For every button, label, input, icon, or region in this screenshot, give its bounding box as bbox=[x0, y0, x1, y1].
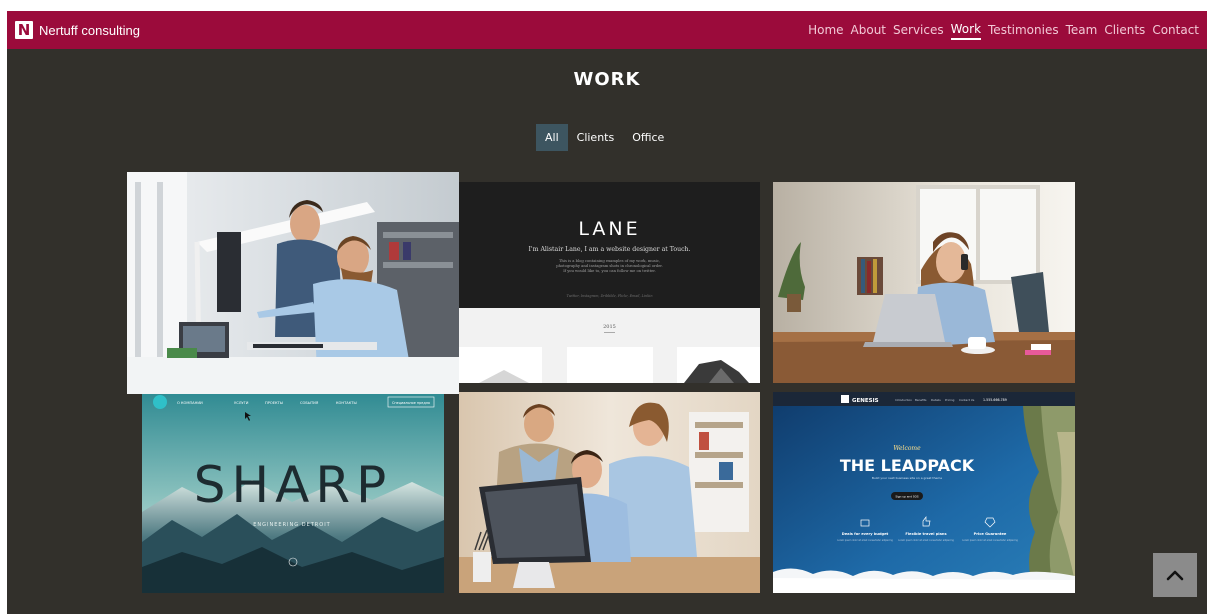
lane-logo: LANE bbox=[578, 218, 640, 240]
nav-clients[interactable]: Clients bbox=[1104, 21, 1145, 39]
portfolio-item-lane[interactable]: LANE I'm Alistair Lane, I am a website d… bbox=[459, 182, 760, 383]
sharp-nav-button: Специальное предло bbox=[392, 401, 430, 405]
genesis-nav-3: Details bbox=[931, 398, 941, 402]
genesis-cta: Sign up and SOS bbox=[895, 495, 919, 499]
scroll-to-top-button[interactable] bbox=[1153, 553, 1197, 597]
lane-line-2: photography and instagram shots in chron… bbox=[556, 264, 663, 268]
sharp-logo: SHARP bbox=[194, 456, 392, 514]
genesis-sub: Build your next business site on a great… bbox=[872, 476, 942, 480]
sharp-tagline: ENGINEERING DETROIT bbox=[253, 522, 330, 528]
nav-about[interactable]: About bbox=[851, 21, 886, 39]
lane-headline: I'm Alistair Lane, I am a website design… bbox=[528, 246, 690, 253]
sharp-nav-5: КОНТАКТЫ bbox=[336, 401, 357, 405]
nav-team[interactable]: Team bbox=[1066, 21, 1098, 39]
genesis-nav-1: Introduction bbox=[895, 398, 912, 402]
portfolio-item-woman-phone[interactable] bbox=[773, 182, 1075, 383]
brand[interactable]: N Nertuff consulting bbox=[15, 18, 140, 42]
genesis-feature-2-text: Lorem ipsum dolor sit amet consectetur a… bbox=[898, 539, 954, 542]
sharp-nav-2: УСЛУГИ bbox=[234, 401, 249, 405]
filter-office[interactable]: Office bbox=[623, 124, 673, 151]
genesis-headline: THE LEADPACK bbox=[840, 456, 975, 475]
section-title: WORK bbox=[573, 69, 641, 90]
lane-line-1: This is a blog containing examples of my… bbox=[559, 259, 660, 263]
genesis-feature-1-title: Deals for every budget bbox=[842, 532, 889, 536]
filter-all[interactable]: All bbox=[536, 124, 568, 151]
chevron-up-icon bbox=[1166, 570, 1184, 581]
genesis-welcome: Welcome bbox=[893, 445, 921, 452]
page-frame: N Nertuff consulting Home About Services… bbox=[7, 11, 1207, 614]
genesis-nav-2: Benefits bbox=[915, 398, 927, 402]
portfolio-item-office-team[interactable] bbox=[127, 172, 459, 394]
navbar: N Nertuff consulting Home About Services… bbox=[7, 11, 1207, 49]
brand-logo-icon: N bbox=[15, 21, 33, 39]
portfolio-item-team-computer[interactable] bbox=[459, 392, 760, 593]
lane-line-3: If you would like to, you can follow me … bbox=[563, 269, 656, 273]
sharp-nav-4: СОБЫТИЯ bbox=[300, 401, 319, 405]
lane-year: 2015 bbox=[603, 324, 616, 330]
nav-services[interactable]: Services bbox=[893, 21, 944, 39]
nav-home[interactable]: Home bbox=[808, 21, 843, 39]
nav-menu: Home About Services Work Testimonies Tea… bbox=[808, 11, 1199, 49]
genesis-feature-2-title: Flexible travel plans bbox=[905, 532, 946, 536]
genesis-feature-1-text: Lorem ipsum dolor sit amet consectetur a… bbox=[837, 539, 893, 542]
portfolio-item-sharp[interactable]: О КОМПАНИИ УСЛУГИ ПРОЕКТЫ СОБЫТИЯ КОНТАК… bbox=[142, 392, 444, 593]
portfolio-item-genesis[interactable]: GENESIS Introduction Benefits Details Pr… bbox=[773, 392, 1075, 593]
portfolio-filters: All Clients Office bbox=[536, 124, 673, 151]
genesis-brand: GENESIS bbox=[852, 398, 879, 404]
genesis-feature-3-text: Lorem ipsum dolor sit amet consectetur a… bbox=[962, 539, 1018, 542]
genesis-phone: 1-555-666-789 bbox=[983, 398, 1007, 402]
brand-name: Nertuff consulting bbox=[39, 22, 140, 38]
nav-contact[interactable]: Contact bbox=[1152, 21, 1199, 39]
filter-clients[interactable]: Clients bbox=[568, 124, 624, 151]
genesis-nav-4: Pricing bbox=[945, 398, 955, 402]
genesis-feature-3-title: Price Guarantee bbox=[974, 532, 1007, 536]
nav-work[interactable]: Work bbox=[950, 20, 982, 40]
sharp-nav-3: ПРОЕКТЫ bbox=[265, 401, 283, 405]
sharp-nav-1: О КОМПАНИИ bbox=[177, 401, 203, 405]
lane-social-links: Twitter, Instagram, Dribbble, Flickr, Em… bbox=[566, 294, 652, 298]
nav-testimonies[interactable]: Testimonies bbox=[988, 21, 1059, 39]
genesis-nav-5: Contact Us bbox=[959, 398, 975, 402]
